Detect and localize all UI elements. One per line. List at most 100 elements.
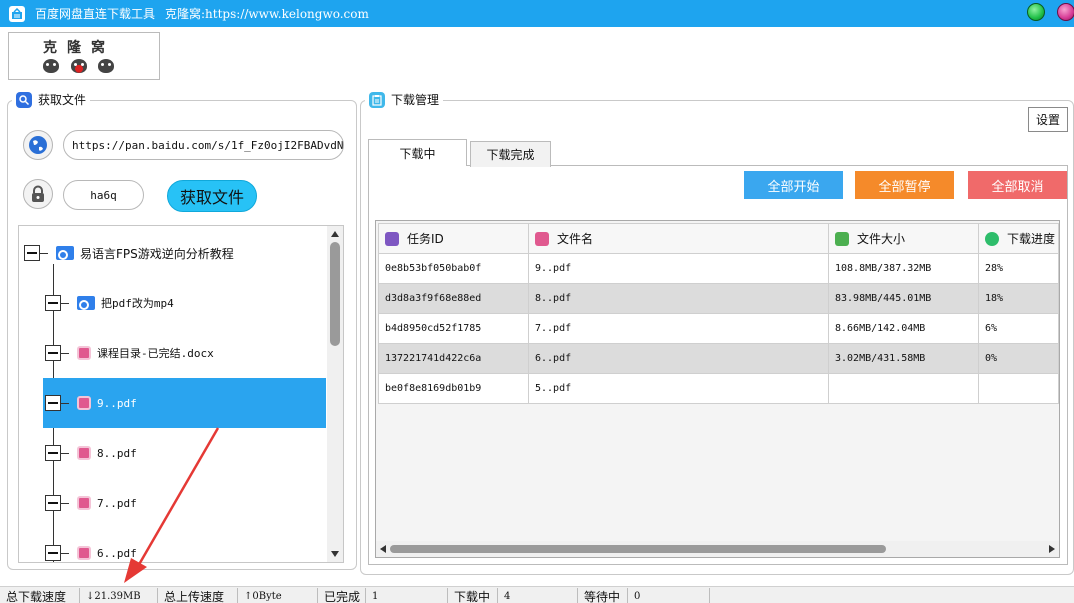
clipboard-icon	[369, 91, 385, 108]
cell-id: 0e8b53bf050bab0f	[378, 253, 529, 284]
tree-item-label: 9..pdf	[97, 396, 137, 410]
table-row[interactable]: d3d8a3f9f68e88ed 8..pdf 83.98MB/445.01MB 18…	[378, 283, 1059, 314]
collapse-toggle-icon[interactable]	[45, 495, 61, 511]
waiting-label: 等待中	[578, 588, 628, 603]
close-button[interactable]	[1057, 3, 1074, 21]
app-icon	[9, 5, 25, 22]
collapse-toggle-icon[interactable]	[45, 445, 61, 461]
start-all-button[interactable]: 全部开始	[744, 171, 843, 199]
download-table[interactable]: 任务ID 文件名 文件大小 下载进度 0e8b53bf050bab0f 9..pd…	[375, 220, 1060, 558]
globe-icon	[23, 130, 53, 160]
tree-item-label: 7..pdf	[97, 496, 137, 510]
window-title: 百度网盘直连下载工具 克隆窝:https://www.kelongwo.com	[35, 5, 369, 22]
collapse-toggle-icon[interactable]	[45, 295, 61, 311]
table-row[interactable]: b4d8950cd52f1785 7..pdf 8.66MB/142.04MB 6%	[378, 313, 1059, 344]
tree-connector	[61, 502, 69, 504]
collapse-toggle-icon[interactable]	[45, 545, 61, 561]
scroll-down-icon[interactable]	[331, 551, 339, 557]
app-title: 百度网盘直连下载工具	[35, 7, 156, 21]
cell-name: 5..pdf	[528, 373, 829, 404]
column-header-task-id[interactable]: 任务ID	[378, 223, 529, 254]
scroll-thumb[interactable]	[390, 545, 886, 553]
cancel-all-button[interactable]: 全部取消	[968, 171, 1067, 199]
file-icon	[535, 231, 549, 246]
tree-connector	[61, 452, 69, 454]
scroll-up-icon[interactable]	[331, 231, 339, 237]
settings-button[interactable]: 设置	[1028, 107, 1068, 132]
edit-icon	[385, 231, 399, 246]
column-label: 下载进度	[1007, 232, 1056, 246]
cell-name: 9..pdf	[528, 253, 829, 284]
table-header: 任务ID 文件名 文件大小 下载进度	[378, 223, 1059, 254]
collapse-toggle-icon[interactable]	[45, 395, 61, 411]
search-icon	[16, 91, 32, 108]
cell-size: 8.66MB/142.04MB	[828, 313, 979, 344]
file-icon	[77, 396, 91, 410]
scroll-right-icon[interactable]	[1049, 545, 1055, 553]
collapse-toggle-icon[interactable]	[24, 245, 40, 261]
downloading-label: 下载中	[448, 588, 498, 603]
file-icon	[77, 496, 91, 510]
cell-size	[828, 373, 979, 404]
cell-progress: 0%	[978, 343, 1059, 374]
collapse-toggle-icon[interactable]	[45, 345, 61, 361]
waiting-count: 0	[628, 588, 710, 603]
table-row[interactable]: 0e8b53bf050bab0f 9..pdf 108.8MB/387.32MB 28…	[378, 253, 1059, 284]
table-row[interactable]: 137221741d422c6a 6..pdf 3.02MB/431.58MB 0%	[378, 343, 1059, 374]
tree-item-label: 易语言FPS游戏逆向分析教程	[80, 246, 234, 261]
tree-item-label: 6..pdf	[97, 546, 137, 560]
scroll-thumb[interactable]	[330, 242, 340, 346]
tree-connector	[61, 302, 69, 304]
logo-face-icon	[98, 59, 114, 73]
folder-icon	[77, 296, 95, 310]
folder-icon	[56, 246, 74, 260]
cell-progress	[978, 373, 1059, 404]
tree-item[interactable]: 易语言FPS游戏逆向分析教程	[19, 228, 325, 278]
file-tree[interactable]: 易语言FPS游戏逆向分析教程把pdf改为mp4 课程目录-已完结.docx 9..p…	[18, 225, 344, 563]
total-download-speed-label: 总下载速度	[0, 588, 80, 603]
pause-all-button[interactable]: 全部暂停	[855, 171, 954, 199]
column-label: 文件名	[557, 232, 594, 246]
tree-connector	[61, 402, 69, 404]
total-download-speed-value: ↓21.39MB	[80, 588, 158, 603]
minimize-button[interactable]	[1027, 3, 1045, 21]
file-icon	[77, 546, 91, 560]
tree-connector	[40, 252, 48, 254]
completed-count: 1	[366, 588, 448, 603]
column-header-filename[interactable]: 文件名	[528, 223, 829, 254]
status-bar: 总下载速度 ↓21.39MB 总上传速度 ↑0Byte 已完成 1 下载中 4 …	[0, 586, 1074, 603]
cell-progress: 6%	[978, 313, 1059, 344]
tree-item[interactable]: 把pdf改为mp4	[43, 278, 326, 328]
column-header-size[interactable]: 文件大小	[828, 223, 979, 254]
scroll-left-icon[interactable]	[380, 545, 386, 553]
cell-size: 83.98MB/445.01MB	[828, 283, 979, 314]
app-subtitle: 克隆窝:https://www.kelongwo.com	[165, 7, 369, 21]
cell-size: 108.8MB/387.32MB	[828, 253, 979, 284]
lock-icon	[23, 179, 53, 209]
table-scrollbar[interactable]	[376, 541, 1059, 557]
logo: 克隆窝	[8, 32, 160, 80]
tree-item[interactable]: 课程目录-已完结.docx	[43, 328, 326, 378]
total-upload-speed-value: ↑0Byte	[238, 588, 318, 603]
tab-downloading[interactable]: 下载中	[368, 139, 467, 166]
logo-face-icon	[71, 59, 87, 73]
logo-text: 克隆窝	[43, 40, 115, 56]
table-row[interactable]: be0f8e8169db01b9 5..pdf	[378, 373, 1059, 404]
cell-id: b4d8950cd52f1785	[378, 313, 529, 344]
column-header-progress[interactable]: 下载进度	[978, 223, 1059, 254]
fetch-files-button[interactable]: 获取文件	[167, 180, 257, 212]
storage-icon	[835, 231, 849, 246]
tree-scrollbar[interactable]	[327, 226, 343, 562]
tree-item-selected[interactable]: 9..pdf	[43, 378, 326, 428]
tree-item[interactable]: 8..pdf	[43, 428, 326, 478]
download-manager-title: 下载管理	[365, 91, 444, 108]
tab-completed[interactable]: 下载完成	[470, 141, 551, 167]
tree-item[interactable]: 6..pdf	[43, 528, 326, 562]
cell-progress: 28%	[978, 253, 1059, 284]
extract-code-input[interactable]: ha6q	[63, 180, 144, 210]
cell-id: 137221741d422c6a	[378, 343, 529, 374]
tree-item[interactable]: 7..pdf	[43, 478, 326, 528]
tree-item-label: 把pdf改为mp4	[101, 297, 174, 310]
total-upload-speed-label: 总上传速度	[158, 588, 238, 603]
share-url-input[interactable]: https://pan.baidu.com/s/1f_Fz0ojI2FBADvd…	[63, 130, 344, 160]
